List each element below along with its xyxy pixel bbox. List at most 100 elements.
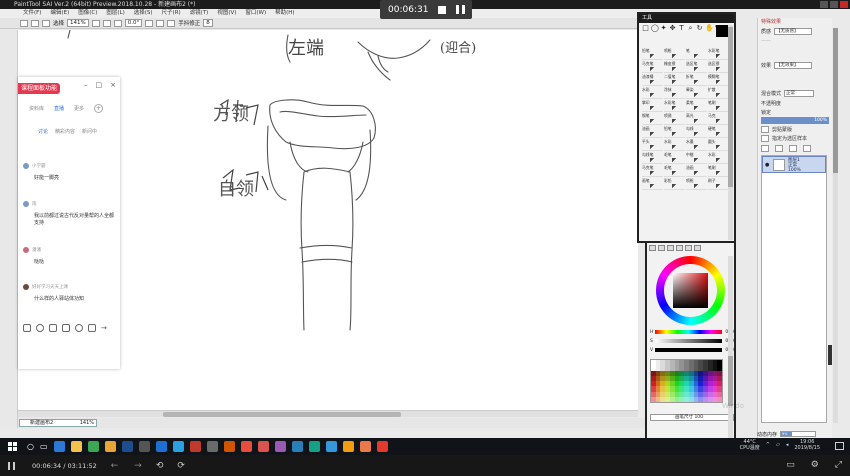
menu-help[interactable]: 帮助(H) xyxy=(275,9,294,18)
mixer-tab-icon[interactable] xyxy=(685,245,692,251)
brush-tool-item[interactable]: 圆头 xyxy=(708,139,729,151)
brush-tool-item[interactable]: 选区擦 xyxy=(708,61,729,73)
rect-select-icon[interactable]: □ xyxy=(642,25,649,32)
app-icon[interactable] xyxy=(274,441,286,452)
brush-size-field[interactable]: 画笔尺寸 100 xyxy=(650,414,734,421)
text-icon[interactable]: T xyxy=(678,25,685,32)
brush-tool-item[interactable]: 钢笔 xyxy=(642,113,663,125)
clip-mask-checkbox[interactable] xyxy=(761,126,769,133)
maximize-button[interactable] xyxy=(830,1,838,8)
brush-tool-item[interactable]: 晕染 xyxy=(686,87,707,99)
brush-tool-item[interactable]: 马克笔 xyxy=(642,165,663,177)
flip-icon[interactable] xyxy=(167,19,176,27)
brush-tool-item[interactable]: 油画 xyxy=(686,165,707,177)
bell-icon[interactable] xyxy=(88,324,96,332)
app-icon[interactable] xyxy=(240,441,252,452)
rewind-icon[interactable]: ⟲ xyxy=(156,461,164,471)
brush-tool-item[interactable]: 水彩 xyxy=(664,139,685,151)
brush-tool-item[interactable]: 二值笔 xyxy=(664,74,685,86)
scrollbar-thumb[interactable] xyxy=(728,356,733,406)
rotate-icon[interactable]: ↻ xyxy=(696,25,703,32)
color-wheel[interactable] xyxy=(656,256,725,325)
brush-tool-item[interactable]: 水彩笔 xyxy=(708,48,729,60)
brush-tool-item[interactable]: 柔笔 xyxy=(686,100,707,112)
effect-select[interactable]: 【无效果】 xyxy=(774,62,813,69)
brush-tool-item[interactable]: 平头 xyxy=(642,139,663,151)
menu-file[interactable]: 文件(F) xyxy=(23,9,41,18)
menu-edit[interactable]: 编辑(E) xyxy=(50,9,69,18)
brush-tool-item[interactable]: 水彩 xyxy=(708,152,729,164)
subtab-highlights[interactable]: 精彩内容 xyxy=(55,128,75,135)
forward-arrow-icon[interactable]: → xyxy=(134,461,142,471)
menu-filter[interactable]: 滤镜(T) xyxy=(190,9,209,18)
brush-tool-item[interactable]: 掌印 xyxy=(642,100,663,112)
brush-tool-item[interactable]: 马克 xyxy=(708,113,729,125)
zoom-icon[interactable]: ⌕ xyxy=(687,25,694,32)
brush-tool-item[interactable]: 硬笔 xyxy=(708,126,729,138)
sai-app-icon[interactable] xyxy=(359,441,371,452)
search-icon[interactable]: ○ xyxy=(27,442,34,451)
brush-tool-item[interactable]: 铅笔 xyxy=(642,48,663,60)
rotate-right-icon[interactable] xyxy=(156,19,165,27)
chat-maximize-icon[interactable]: □ xyxy=(96,81,103,89)
task-view-icon[interactable]: ▭ xyxy=(40,442,48,451)
opacity-slider[interactable]: 100% xyxy=(761,117,829,124)
chat-minimize-icon[interactable]: – xyxy=(84,81,88,89)
value-slider[interactable]: V 000 xyxy=(650,347,734,353)
forward-skip-icon[interactable]: ⟳ xyxy=(177,461,185,471)
brush-tool-item[interactable]: 橡皮擦 xyxy=(664,61,685,73)
rotation-field[interactable]: 0.0° xyxy=(124,19,143,27)
primary-color-swatch[interactable] xyxy=(716,25,728,37)
add-tab-icon[interactable]: + xyxy=(94,104,104,113)
stop-recording-icon[interactable] xyxy=(438,5,447,14)
pause-icon[interactable] xyxy=(8,461,15,470)
clip-mask-row[interactable]: 剪贴蒙版 xyxy=(761,126,792,133)
brush-tool-item[interactable]: 水彩 xyxy=(642,87,663,99)
layer-panel-scrollbar[interactable] xyxy=(833,28,838,423)
brush-tool-item[interactable]: 水墨 xyxy=(686,139,707,151)
menu-select[interactable]: 选择(S) xyxy=(134,9,153,18)
tab-more[interactable]: 更多 xyxy=(74,105,84,112)
brush-tool-item[interactable]: 油漆桶 xyxy=(642,74,663,86)
brush-tool-item[interactable]: 选区笔 xyxy=(686,61,707,73)
hsv-slider-tab-icon[interactable] xyxy=(667,245,674,251)
notification-icon[interactable] xyxy=(835,442,844,450)
brush-tool-item[interactable]: 刷子 xyxy=(708,178,729,190)
subtab-discussion[interactable]: 讨论 xyxy=(38,128,48,135)
brush-tool-item[interactable]: 涂抹 xyxy=(664,87,685,99)
rgb-slider-tab-icon[interactable] xyxy=(658,245,665,251)
app-icon[interactable] xyxy=(257,441,269,452)
pause-recording-icon[interactable] xyxy=(456,5,466,14)
brush-tool-item[interactable]: 笔 xyxy=(686,48,707,60)
canvas-horizontal-scrollbar[interactable] xyxy=(18,410,638,417)
back-arrow-icon[interactable]: ← xyxy=(111,461,119,471)
clock-icon[interactable] xyxy=(75,324,83,332)
settings-gear-icon[interactable]: ⚙ xyxy=(811,460,819,470)
selection-source-row[interactable]: 指定为选区样本 xyxy=(761,135,807,142)
clock[interactable]: 19:06 2019/8/15 xyxy=(794,439,820,451)
brush-tool-item[interactable]: 折笔 xyxy=(686,74,707,86)
brush-tool-item[interactable]: 彩铅 xyxy=(664,178,685,190)
gift-icon[interactable] xyxy=(23,324,31,332)
emoji-icon[interactable] xyxy=(36,324,44,332)
menu-image[interactable]: 图像(C) xyxy=(78,9,97,18)
app-icon[interactable] xyxy=(376,441,388,452)
menu-view[interactable]: 视图(V) xyxy=(217,9,236,18)
brush-tool-item[interactable]: 高光 xyxy=(686,113,707,125)
panel-splitter[interactable] xyxy=(828,345,832,365)
tray-chevron-icon[interactable]: ^ xyxy=(766,442,770,448)
selection-source-checkbox[interactable] xyxy=(761,135,769,142)
delete-layer-icon[interactable] xyxy=(803,145,811,152)
saturation-value-square[interactable] xyxy=(673,273,708,308)
scissors-icon[interactable] xyxy=(49,324,57,332)
lasso-icon[interactable]: ◯ xyxy=(651,25,659,32)
menu-ruler[interactable]: 尺子(R) xyxy=(162,9,181,18)
hue-slider[interactable]: H 000 xyxy=(650,329,734,335)
brush-tool-item[interactable]: 画笔 xyxy=(642,178,663,190)
brush-tool-item[interactable]: 毛笔 xyxy=(664,165,685,177)
scrollbar-thumb[interactable] xyxy=(163,412,401,417)
app-icon[interactable] xyxy=(155,441,167,452)
volume-icon[interactable]: ◂ xyxy=(786,442,789,448)
rotate-left-icon[interactable] xyxy=(145,19,154,27)
texture-select[interactable]: 【无质感】 xyxy=(774,28,813,35)
